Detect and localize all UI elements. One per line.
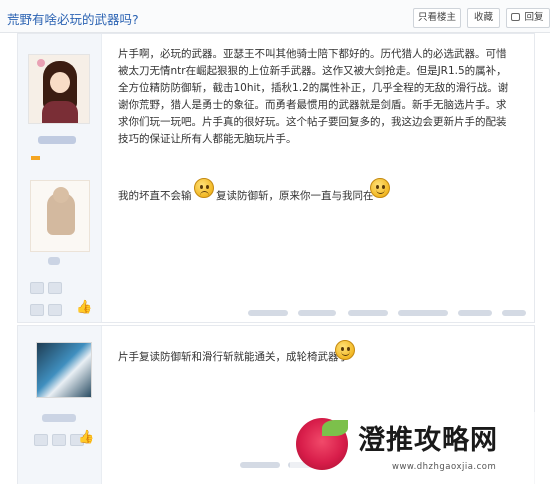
only-op-button[interactable]: 只看楼主 bbox=[413, 8, 461, 28]
medal-icon bbox=[30, 304, 44, 316]
text-segment: 复读防御斩，原来你一直与我同在 bbox=[216, 190, 374, 202]
thread-title: 荒野有啥必玩的武器吗? bbox=[7, 12, 139, 27]
avatar[interactable] bbox=[28, 54, 90, 124]
post-meta-blurred bbox=[240, 462, 280, 468]
watermark-url: www.dhzhgaoxjia.com bbox=[392, 462, 497, 472]
post-meta-blurred bbox=[458, 310, 492, 316]
thumbs-up-icon[interactable]: 👍 bbox=[76, 300, 92, 315]
site-watermark: 澄推攻略网 www.dhzhgaoxjia.com bbox=[290, 412, 550, 484]
post-meta-blurred bbox=[298, 310, 336, 316]
author-sidebar: 👍 bbox=[18, 326, 102, 484]
avatar-hairpin bbox=[37, 59, 45, 67]
badge-caption-blurred bbox=[48, 257, 60, 265]
thread-header: 荒野有啥必玩的武器吗? 只看楼主 收藏 回复 bbox=[0, 0, 550, 33]
post-meta-blurred bbox=[348, 310, 388, 316]
avatar-face bbox=[50, 72, 70, 93]
smile-emoji-icon bbox=[335, 340, 355, 360]
logo-leaf bbox=[322, 420, 348, 436]
badge-figure-head bbox=[53, 187, 69, 203]
level-icon bbox=[34, 434, 48, 446]
avatar-body bbox=[42, 101, 78, 123]
reply-icon bbox=[511, 13, 520, 21]
post-meta-blurred bbox=[398, 310, 448, 316]
favorite-button[interactable]: 收藏 bbox=[467, 8, 500, 28]
thumbs-up-icon[interactable]: 👍 bbox=[78, 430, 94, 445]
medal-icon bbox=[48, 282, 62, 294]
level-badge bbox=[31, 156, 40, 160]
avatar[interactable] bbox=[36, 342, 92, 398]
post-body: 片手复读防御斩和滑行斩就能通关，成轮椅武器了 bbox=[118, 351, 349, 363]
smile-emoji-icon bbox=[370, 178, 390, 198]
reply-button-label: 回复 bbox=[524, 12, 544, 23]
level-icon bbox=[52, 434, 66, 446]
reply-button[interactable]: 回复 bbox=[506, 8, 550, 28]
post-body: 片手啊，必玩的武器。亚瑟王不叫其他骑士陪下都好的。历代猎人的必选武器。可惜被太刀… bbox=[118, 48, 509, 145]
member-badge bbox=[30, 180, 90, 252]
reply-link-blurred[interactable] bbox=[502, 310, 526, 316]
watermark-title: 澄推攻略网 bbox=[358, 425, 498, 456]
site-logo-icon bbox=[296, 418, 348, 470]
post-1: 👍 片手啊，必玩的武器。亚瑟王不叫其他骑士陪下都好的。历代猎人的必选武器。可惜被… bbox=[17, 33, 535, 323]
post-emoji-line: 我的坏直不会输 复读防御斩，原来你一直与我同在 bbox=[118, 178, 418, 208]
username-blurred[interactable] bbox=[42, 414, 76, 422]
medal-icon bbox=[48, 304, 62, 316]
angry-emoji-icon bbox=[194, 178, 214, 198]
username-blurred[interactable] bbox=[38, 136, 76, 144]
text-segment: 我的坏直不会输 bbox=[118, 190, 192, 202]
medal-icon bbox=[30, 282, 44, 294]
author-sidebar: 👍 bbox=[18, 34, 102, 322]
post-meta-blurred bbox=[248, 310, 288, 316]
